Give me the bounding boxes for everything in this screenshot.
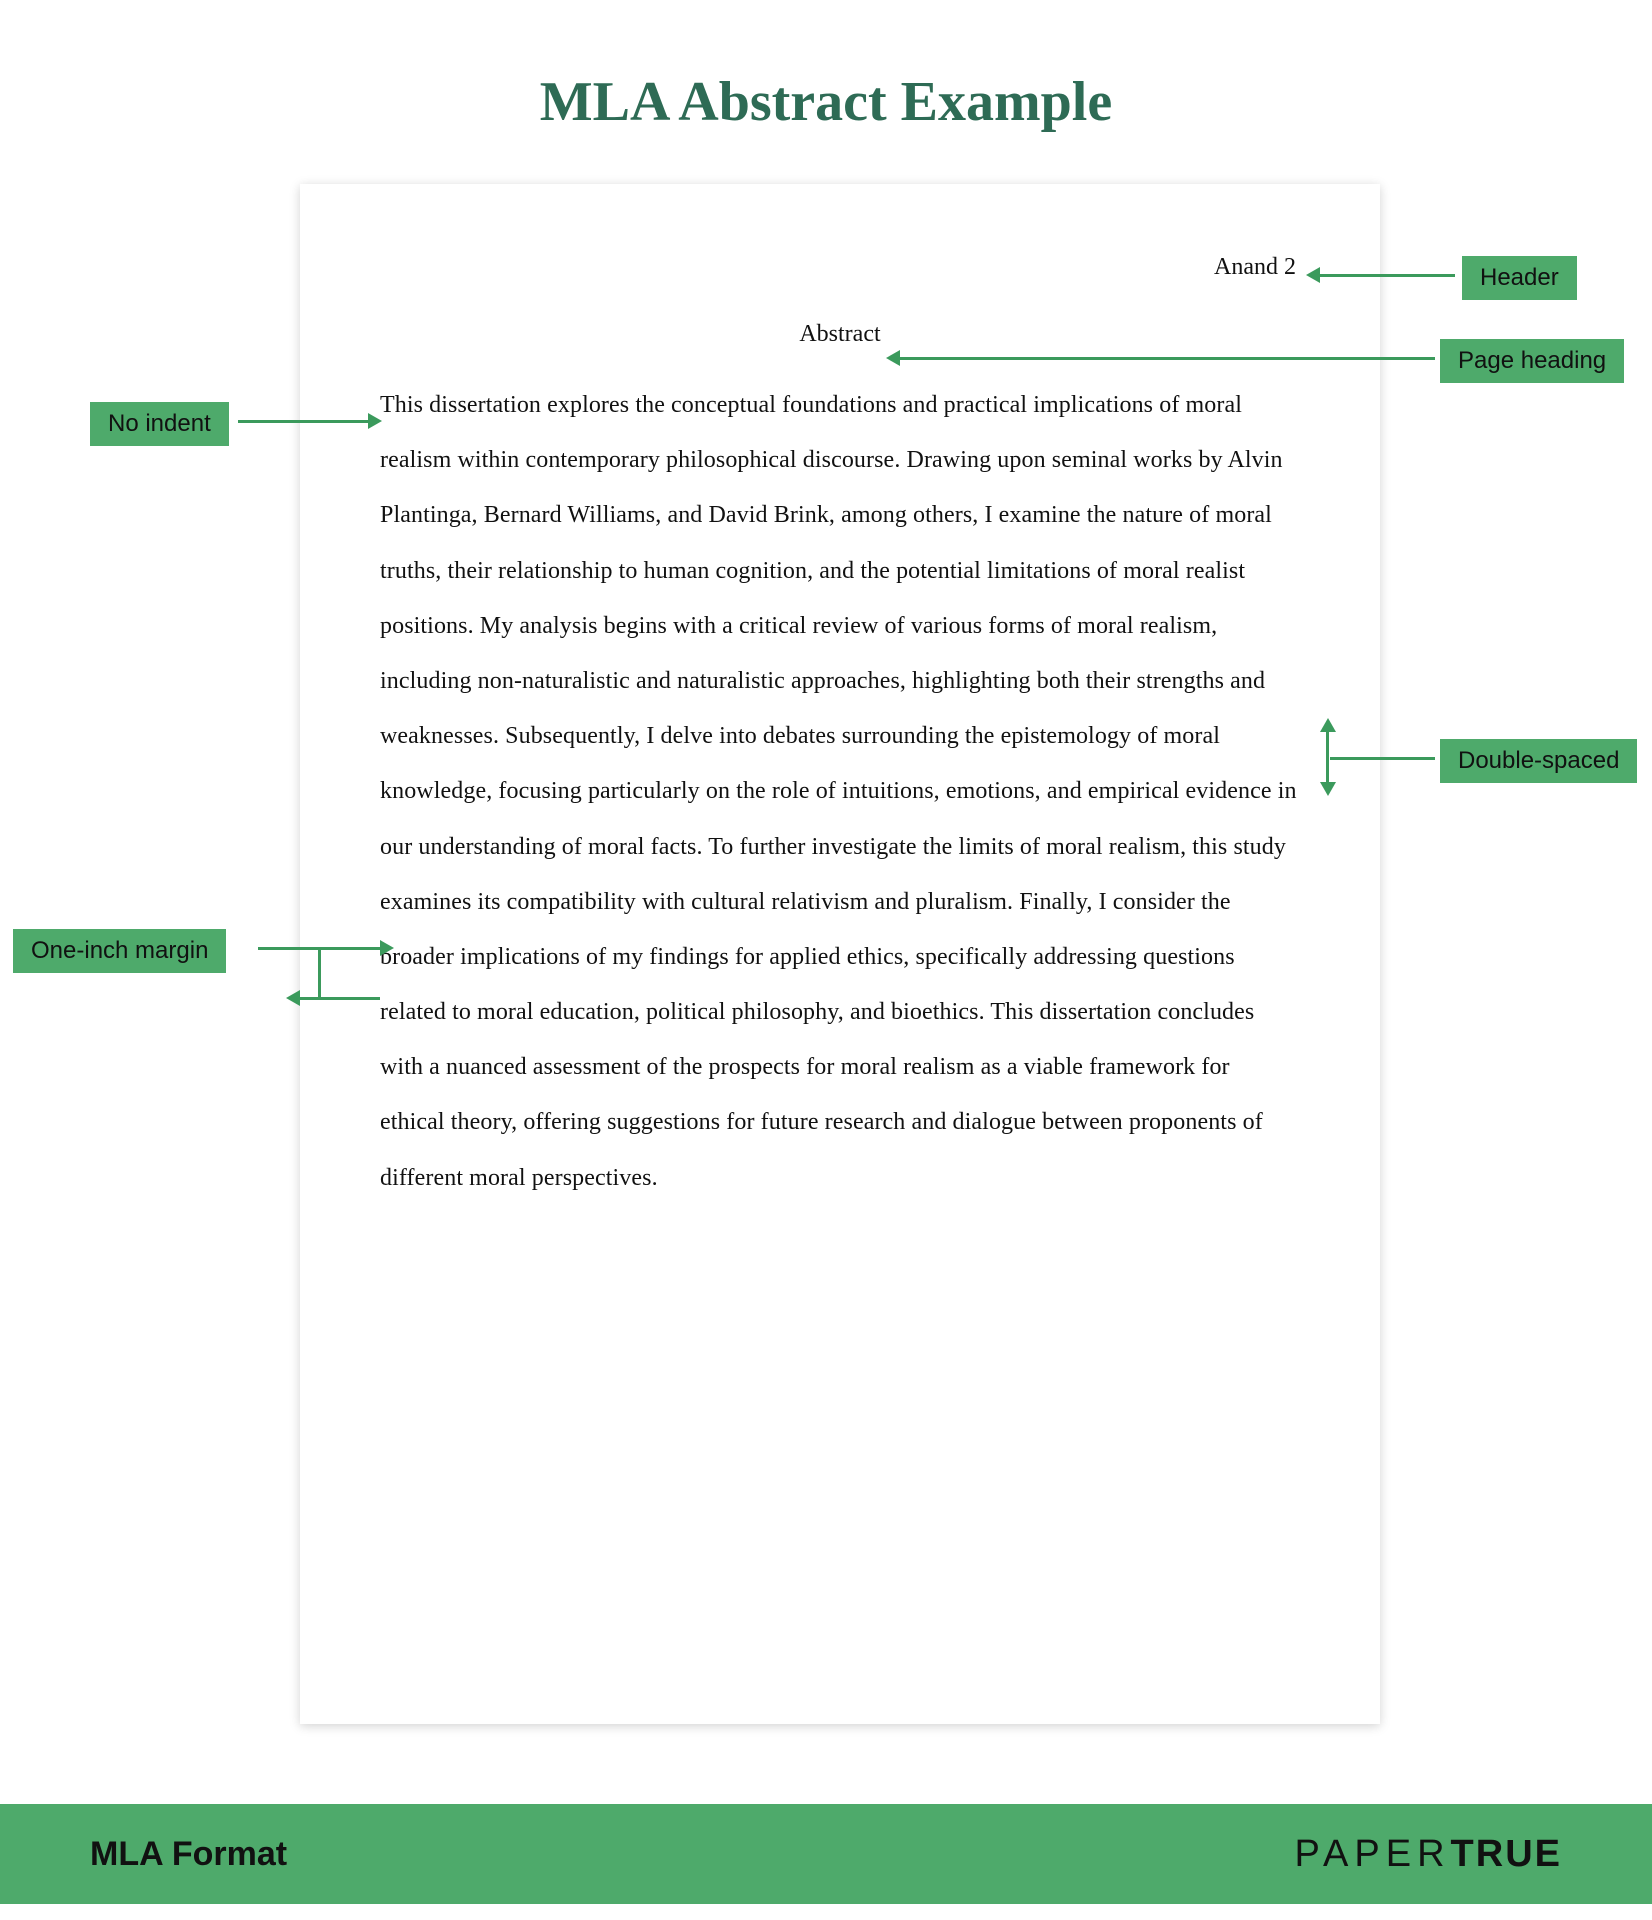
arrow-head-icon [886,350,900,366]
diagram-canvas: Anand 2 Abstract This dissertation explo… [0,184,1652,1804]
abstract-body: This dissertation explores the conceptua… [380,378,1300,1206]
arrow-line [1330,757,1435,760]
abstract-heading: Abstract [380,321,1300,348]
arrow-line [900,357,1435,360]
annotation-no-indent: No indent [90,402,229,446]
annotation-one-inch-margin: One-inch margin [13,929,226,973]
running-head: Anand 2 [380,254,1300,281]
annotation-double-spaced: Double-spaced [1440,739,1637,783]
arrow-head-icon [1320,782,1336,796]
arrow-line [1320,274,1455,277]
arrow-head-icon [286,990,300,1006]
footer-format-label: MLA Format [90,1835,287,1874]
arrow-line [300,997,380,1000]
arrow-head-icon [368,413,382,429]
arrow-line [1326,732,1329,782]
page-title: MLA Abstract Example [0,0,1652,184]
annotation-page-heading: Page heading [1440,339,1624,383]
logo-text-bold: TRUE [1451,1833,1562,1875]
arrow-head-icon [1306,267,1320,283]
annotation-header: Header [1462,256,1577,300]
page-content: Anand 2 Abstract This dissertation explo… [380,254,1300,1206]
arrow-line [258,947,318,950]
arrow-head-icon [1320,718,1336,732]
arrow-head-icon [380,940,394,956]
arrow-line [320,947,380,950]
arrow-line [318,947,321,997]
document-page: Anand 2 Abstract This dissertation explo… [300,184,1380,1724]
brand-logo: PAPERTRUE [1295,1833,1562,1876]
logo-text-thin: PAPER [1295,1833,1451,1875]
footer-bar: MLA Format PAPERTRUE [0,1804,1652,1904]
arrow-line [238,420,368,423]
